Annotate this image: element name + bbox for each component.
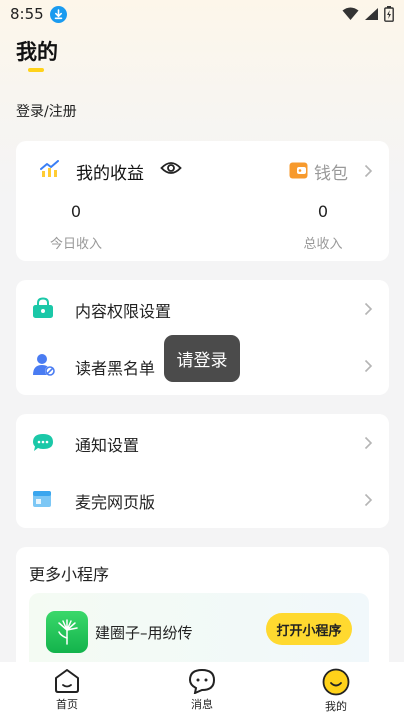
lock-icon (32, 297, 54, 323)
eye-icon[interactable] (160, 160, 182, 180)
settings-card-2: 通知设置 麦完网页版 (16, 414, 389, 528)
chevron-right-icon[interactable] (364, 163, 373, 182)
tab-label: 我的 (325, 700, 347, 713)
title-underline (28, 68, 44, 72)
browser-window-icon (32, 490, 52, 512)
mini-program-item[interactable]: 建圈子–用纷传 打开小程序 (29, 593, 369, 673)
total-income-value: 0 (317, 202, 329, 221)
wifi-icon (342, 7, 359, 20)
status-time: 8:55 (10, 5, 44, 23)
page-title: 我的 (16, 40, 58, 64)
battery-icon (384, 6, 394, 22)
earnings-title: 我的收益 (76, 164, 144, 184)
login-register-link[interactable]: 登录/注册 (16, 101, 77, 121)
menu-item-label: 麦完网页版 (75, 493, 156, 512)
chevron-right-icon (364, 301, 373, 320)
menu-item-label: 读者黑名单 (75, 359, 156, 378)
more-mini-programs-title: 更多小程序 (29, 565, 110, 584)
menu-item-label: 通知设置 (75, 436, 140, 455)
wallet-icon[interactable] (289, 162, 308, 183)
earnings-card: 我的收益 钱包 0 今日收入 0 总收入 (16, 141, 389, 261)
menu-item-content-permissions[interactable]: 内容权限设置 (16, 280, 389, 337)
signal-icon (365, 8, 378, 20)
chat-bubble-icon (32, 433, 54, 457)
blocked-user-icon (32, 353, 56, 381)
status-icons (342, 6, 394, 22)
tab-label: 消息 (191, 698, 213, 711)
home-icon (55, 669, 79, 693)
dandelion-icon (46, 611, 88, 653)
mini-program-name: 建圈子–用纷传 (95, 624, 193, 642)
open-mini-program-button[interactable]: 打开小程序 (266, 613, 352, 645)
chevron-right-icon (364, 492, 373, 511)
chevron-right-icon (364, 435, 373, 454)
status-bar: 8:55 (0, 0, 404, 28)
menu-item-label: 内容权限设置 (75, 302, 172, 321)
more-mini-programs-card: 更多小程序 建圈子–用纷传 打开小程序 (16, 547, 389, 677)
tab-label: 首页 (56, 698, 78, 711)
chart-trend-icon (40, 160, 60, 182)
message-icon (188, 668, 216, 694)
login-toast: 请登录 (164, 335, 240, 382)
total-income-label: 总收入 (303, 237, 343, 252)
bottom-tab-bar: 首页 消息 我的 (0, 662, 404, 718)
chevron-right-icon (364, 358, 373, 377)
menu-item-web-version[interactable]: 麦完网页版 (16, 471, 389, 528)
tab-messages[interactable]: 消息 (172, 668, 232, 712)
smiley-icon (322, 668, 350, 696)
tab-home[interactable]: 首页 (37, 668, 97, 712)
menu-item-notification-settings[interactable]: 通知设置 (16, 414, 389, 471)
tab-mine[interactable]: 我的 (306, 668, 366, 714)
wallet-label[interactable]: 钱包 (314, 159, 348, 184)
today-income-value: 0 (70, 202, 82, 221)
download-badge-icon (49, 5, 67, 23)
today-income-label: 今日收入 (49, 237, 102, 252)
